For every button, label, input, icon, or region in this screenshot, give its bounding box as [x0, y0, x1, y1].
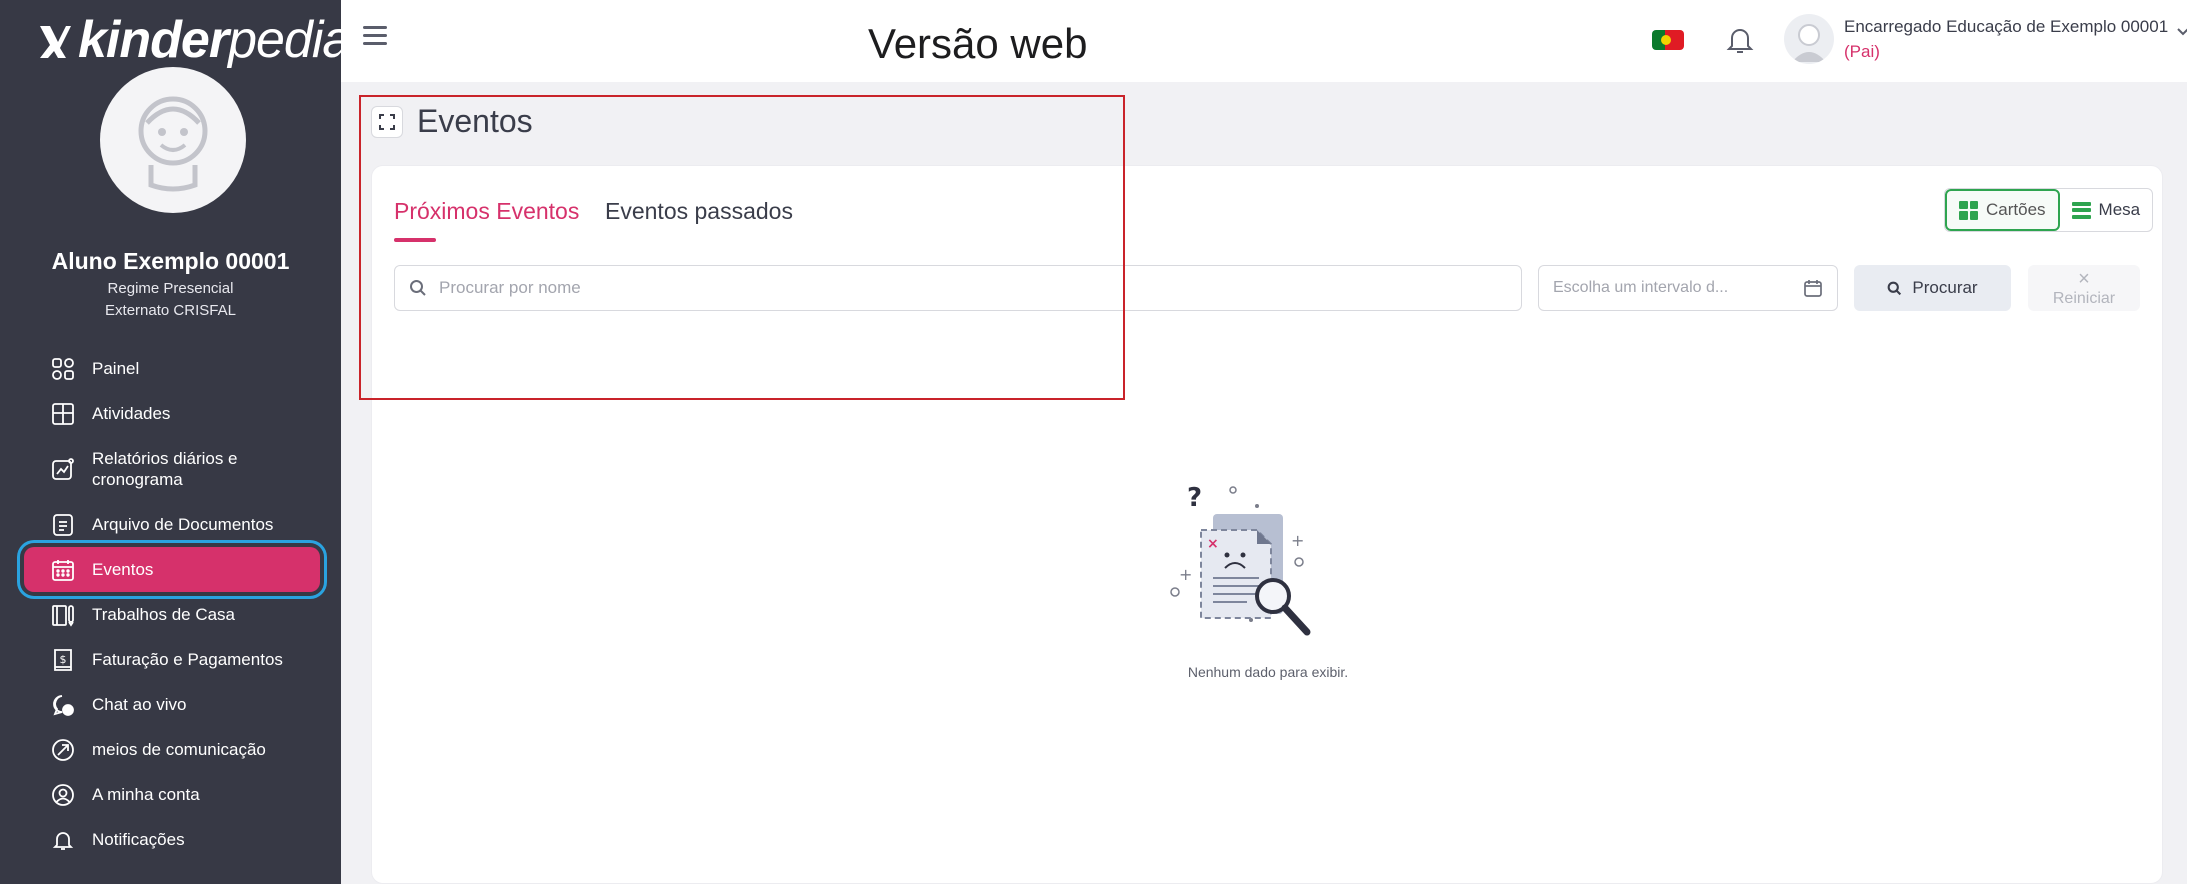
- sidebar-item-label: meios de comunicação: [92, 739, 266, 759]
- table-view-label: Mesa: [2098, 200, 2141, 219]
- sidebar-item-label: Chat ao vivo: [92, 694, 187, 714]
- sidebar-item-documentos[interactable]: Arquivo de Documentos: [24, 502, 320, 547]
- cards-view-label: Cartões: [1986, 200, 2046, 219]
- sidebar-item-notificacoes[interactable]: Notificações: [24, 817, 320, 862]
- sidebar-item-faturacao[interactable]: $ Faturação e Pagamentos: [24, 637, 320, 682]
- svg-text:×: ×: [1207, 536, 1219, 552]
- tab-label: Próximos Eventos: [394, 198, 580, 224]
- search-button[interactable]: Procurar: [1854, 265, 2011, 311]
- top-bar: Versão web Encarregado Educação de Exemp…: [341, 0, 2187, 82]
- fullscreen-button[interactable]: [371, 105, 403, 138]
- student-avatar[interactable]: [100, 67, 246, 213]
- calendar-icon: [1804, 280, 1822, 297]
- tab-past-events[interactable]: Eventos passados: [605, 198, 793, 225]
- table-view-button[interactable]: Mesa: [2060, 189, 2153, 231]
- list-icon: [2071, 201, 2091, 219]
- reset-button[interactable]: × Reiniciar: [2028, 265, 2140, 311]
- version-title: Versão web: [868, 20, 1088, 67]
- documents-icon: [50, 512, 76, 538]
- active-tab-indicator: [394, 238, 436, 242]
- student-school: Externato CRISFAL: [105, 302, 236, 319]
- search-button-label: Procurar: [1912, 278, 1978, 297]
- reset-button-label: Reiniciar: [2052, 290, 2116, 307]
- svg-text:$: $: [60, 653, 67, 666]
- logo-wordmark: kinderpedia: [78, 11, 351, 69]
- student-regime: Regime Presencial: [107, 280, 234, 297]
- sidebar-nav: Painel Atividades Relatórios diários e c…: [24, 346, 320, 862]
- sidebar-item-label: Faturação e Pagamentos: [92, 649, 283, 669]
- tab-upcoming-events[interactable]: Próximos Eventos: [394, 198, 580, 242]
- empty-state-message: Nenhum dado para exibir.: [1187, 664, 1349, 680]
- sidebar-item-atividades[interactable]: Atividades: [24, 391, 320, 436]
- no-data-illustration: ? + + ×: [1170, 483, 1311, 636]
- search-input[interactable]: [439, 278, 1439, 298]
- reports-icon: [50, 456, 76, 482]
- sidebar-item-label: A minha conta: [92, 784, 200, 804]
- user-name[interactable]: Encarregado Educação de Exemplo 00001: [1844, 17, 2168, 37]
- kinderpedia-logo[interactable]: kinderpedia: [36, 11, 351, 69]
- account-icon: [50, 782, 76, 808]
- page-header: Eventos: [371, 103, 533, 140]
- user-avatar[interactable]: [1784, 14, 1834, 64]
- calendar-icon: [50, 557, 76, 583]
- billing-icon: $: [50, 647, 76, 673]
- close-icon: ×: [2078, 268, 2090, 290]
- grid-icon: [1959, 200, 1978, 220]
- date-range-input[interactable]: [1553, 279, 1803, 297]
- view-toggle: Cartões Mesa: [1944, 188, 2154, 232]
- search-box: [394, 265, 1522, 311]
- page-title: Eventos: [417, 103, 533, 139]
- notifications-bell-icon[interactable]: [1725, 24, 1755, 56]
- child-avatar-icon: [138, 96, 208, 192]
- dashboard-icon: [50, 356, 76, 382]
- portugal-flag-icon[interactable]: [1652, 30, 1684, 50]
- search-icon: [1888, 281, 1902, 295]
- svg-text:+: +: [1291, 531, 1304, 550]
- tab-label: Eventos passados: [605, 198, 793, 224]
- parent-avatar-icon: [1792, 24, 1826, 62]
- sidebar-item-label: Notificações: [92, 829, 185, 849]
- bell-icon: [50, 827, 76, 853]
- sidebar-item-label: Arquivo de Documentos: [92, 514, 274, 534]
- homework-icon: [50, 602, 76, 628]
- events-card: Próximos Eventos Eventos passados Cartõe…: [371, 165, 2163, 884]
- sidebar-item-chat[interactable]: Chat ao vivo: [24, 682, 320, 727]
- chat-icon: [50, 692, 76, 718]
- svg-text:+: +: [1179, 565, 1192, 584]
- svg-text:?: ?: [1187, 483, 1202, 513]
- expand-icon: [379, 113, 395, 130]
- cards-view-button[interactable]: Cartões: [1945, 189, 2060, 231]
- search-icon: [410, 280, 426, 296]
- sidebar-item-label: Eventos: [92, 559, 154, 579]
- kinderpedia-logo-icon: [40, 26, 71, 58]
- sidebar-item-label: Painel: [92, 358, 140, 378]
- user-role: (Pai): [1844, 42, 1880, 61]
- date-range-picker[interactable]: [1538, 265, 1838, 311]
- sidebar-item-label: Atividades: [92, 403, 171, 423]
- sidebar: kinderpedia Aluno Exemplo 00001 Regime P…: [0, 0, 351, 884]
- media-icon: [50, 737, 76, 763]
- sidebar-item-trabalhos[interactable]: Trabalhos de Casa: [24, 592, 320, 637]
- sidebar-item-label: Trabalhos de Casa: [92, 604, 236, 624]
- sidebar-item-relatorios[interactable]: Relatórios diários e cronograma: [24, 436, 320, 502]
- sidebar-item-conta[interactable]: A minha conta: [24, 772, 320, 817]
- sidebar-item-painel[interactable]: Painel: [24, 346, 320, 391]
- menu-toggle-icon[interactable]: [363, 26, 387, 50]
- sidebar-item-label: Relatórios diários e cronograma: [92, 448, 238, 489]
- student-name: Aluno Exemplo 00001: [51, 248, 290, 274]
- chevron-down-icon[interactable]: [2176, 24, 2187, 38]
- activities-icon: [50, 401, 76, 427]
- sidebar-item-meios[interactable]: meios de comunicação: [24, 727, 320, 772]
- sidebar-item-eventos[interactable]: Eventos: [24, 547, 320, 592]
